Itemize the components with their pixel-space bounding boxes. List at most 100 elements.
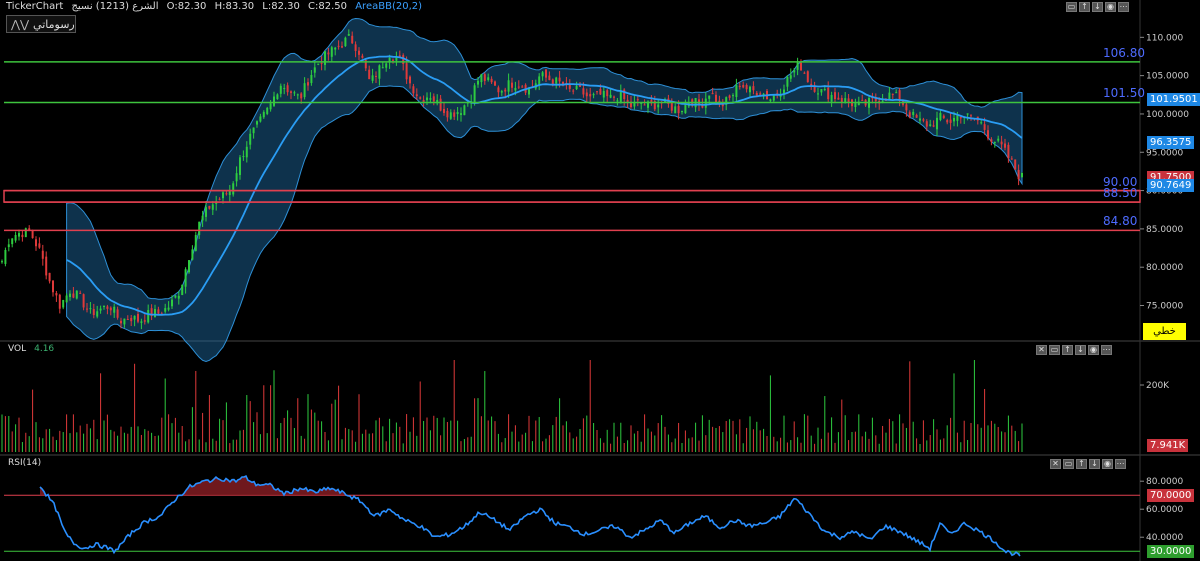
candle-body — [1004, 143, 1006, 148]
settings-icon[interactable]: ◉ — [1088, 345, 1099, 355]
chart-type-button[interactable]: خطي — [1143, 323, 1186, 340]
candle-body — [592, 94, 595, 96]
candle-body — [432, 96, 435, 102]
candle-body — [419, 97, 422, 99]
candle-body — [245, 146, 248, 158]
vol-label: VOL — [8, 344, 27, 354]
candle-body — [619, 90, 622, 104]
candle-body — [45, 256, 48, 276]
candle-body — [837, 97, 840, 100]
candle-body — [52, 280, 54, 293]
drawings-button[interactable]: ⋀⋁ رسوماتي — [6, 15, 76, 33]
candle-body — [511, 82, 513, 88]
up-icon[interactable]: ↑ — [1076, 459, 1087, 469]
candle-body — [817, 93, 819, 95]
down-icon[interactable]: ↓ — [1089, 459, 1100, 469]
candle-body — [191, 249, 194, 260]
candle-body — [38, 243, 41, 248]
candle-body — [14, 235, 17, 241]
up-icon[interactable]: ↑ — [1079, 2, 1090, 12]
level-label: 84.80 — [1103, 214, 1138, 229]
candle-body — [514, 87, 517, 91]
vol-last-value: 4.16 — [34, 344, 55, 354]
candle-body — [317, 63, 320, 65]
more-icon[interactable]: ⋯ — [1101, 345, 1112, 355]
low-value: L:82.30 — [262, 1, 300, 12]
candle-body — [891, 93, 894, 95]
candle-body — [970, 115, 972, 117]
candle-body — [96, 311, 99, 317]
candle-body — [1000, 141, 1003, 145]
y-tick-label: 105.0000 — [1146, 72, 1189, 82]
candle-body — [228, 191, 231, 196]
up-icon[interactable]: ↑ — [1062, 345, 1073, 355]
candle-body — [208, 205, 211, 209]
candle-body — [497, 87, 500, 93]
settings-icon[interactable]: ◉ — [1105, 2, 1116, 12]
candle-body — [89, 308, 92, 310]
candle-body — [402, 55, 405, 64]
more-icon[interactable]: ⋯ — [1115, 459, 1126, 469]
candle-body — [262, 111, 265, 118]
candle-body — [286, 85, 289, 93]
candle-body — [422, 99, 425, 102]
candle-body — [990, 139, 993, 142]
candle-body — [225, 193, 228, 195]
candle-body — [232, 183, 235, 195]
price-tag: 90.7649 — [1147, 178, 1195, 192]
candle-body — [936, 117, 938, 130]
candle-body — [483, 74, 486, 82]
candle-body — [120, 320, 122, 324]
candle-body — [242, 156, 245, 158]
down-icon[interactable]: ↓ — [1075, 345, 1086, 355]
more-icon[interactable]: ⋯ — [1118, 2, 1129, 12]
close-icon[interactable]: ✕ — [1036, 345, 1047, 355]
candle-body — [205, 207, 207, 217]
candle-body — [303, 83, 306, 98]
y-tick-label: 80.0000 — [1146, 263, 1183, 273]
candle-body — [585, 92, 588, 97]
candle-body — [75, 290, 78, 299]
candle-body — [749, 86, 751, 93]
candle-body — [997, 138, 1000, 141]
candle-body — [181, 284, 184, 295]
candle-body — [371, 75, 374, 81]
candle-body — [103, 305, 105, 307]
candle-body — [368, 69, 371, 80]
y-tick-label: 80.0000 — [1146, 477, 1183, 487]
candle-body — [1014, 159, 1017, 170]
candle-body — [521, 86, 524, 88]
candle-body — [18, 233, 20, 237]
close-icon[interactable]: ✕ — [1050, 459, 1061, 469]
chart-canvas[interactable]: 110.000 105.0000 100.0000 95.0000 80.0000 85.… — [0, 0, 1200, 561]
candle-body — [310, 74, 313, 84]
candle-body — [609, 94, 612, 98]
candle-body — [327, 52, 330, 55]
candle-body — [602, 90, 605, 98]
restore-icon[interactable]: ▭ — [1049, 345, 1060, 355]
close-value: C:82.50 — [308, 1, 348, 12]
down-icon[interactable]: ↓ — [1092, 2, 1103, 12]
settings-icon[interactable]: ◉ — [1102, 459, 1113, 469]
candle-body — [446, 110, 449, 118]
candle-body — [266, 107, 269, 114]
candle-body — [415, 94, 418, 97]
restore-icon[interactable]: ▭ — [1066, 2, 1077, 12]
restore-icon[interactable]: ▭ — [1063, 459, 1074, 469]
candle-body — [143, 320, 146, 322]
candle-body — [657, 104, 660, 108]
candle-body — [949, 119, 952, 123]
candle-body — [65, 295, 68, 303]
price-tag: 101.9501 — [1147, 93, 1200, 106]
candle-body — [313, 67, 316, 73]
candle-body — [344, 37, 347, 47]
candle-body — [769, 99, 772, 102]
candle-body — [1007, 144, 1010, 159]
candle-body — [453, 112, 456, 117]
candle-body — [235, 173, 238, 182]
candle-body — [752, 86, 755, 91]
rsi-header: RSI(14) — [8, 458, 41, 468]
candle-body — [888, 92, 891, 100]
candle-body — [735, 85, 738, 98]
candle-body — [171, 299, 173, 307]
